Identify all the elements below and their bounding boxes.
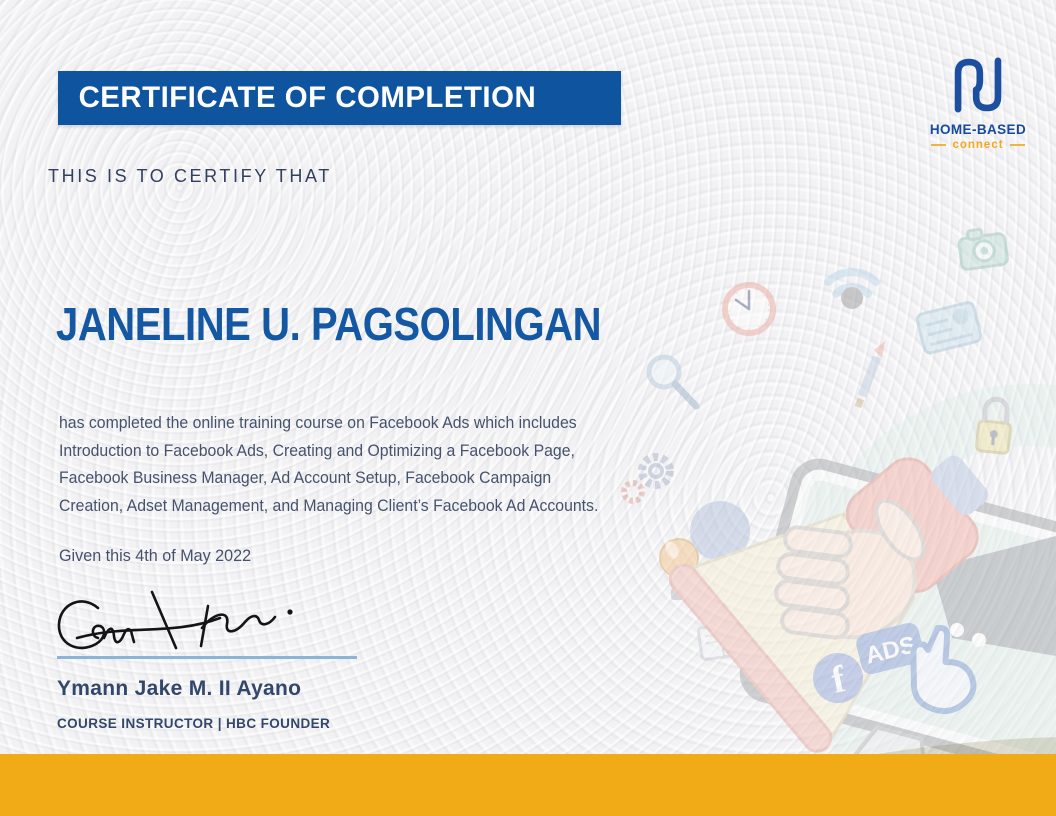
svg-text:f: f [828,658,850,702]
hand-illustration [774,498,926,640]
cursor-hand-icon [910,624,977,714]
screen-silhouette [932,536,1056,656]
megaphone-illustration [668,455,989,753]
lightbulb-icon [659,538,699,600]
credit-card-icon [915,301,983,355]
padlock-icon [974,396,1012,455]
facebook-icon: f [813,653,863,703]
camera-icon [957,227,1009,271]
clock-icon [722,282,776,336]
brand-tagline-text: connect [952,139,1004,151]
wifi-icon [824,268,880,309]
brand-tagline: connect [926,139,1030,151]
signature-scribble [57,590,293,650]
certificate-page: f ADS CERTIFICATE OF COMPLETION THIS IS … [0,0,1056,816]
notebook-icon [697,621,747,661]
pencil-icon [854,341,885,409]
date-line: Given this 4th of May 2022 [59,546,252,565]
home-based-h-icon [954,57,1002,113]
ads-badge: ADS [856,622,925,674]
svg-text:ADS: ADS [863,631,919,669]
signatory-title: COURSE INSTRUCTOR | HBC FOUNDER [57,716,331,731]
signature-line [57,656,357,659]
brand-name: HOME-BASED [929,122,1027,137]
signatory-name: Ymann Jake M. II Ayano [57,677,302,700]
brand-logo: HOME-BASED connect [926,52,1030,151]
bottom-accent-bar [0,754,1056,816]
certificate-title: CERTIFICATE OF COMPLETION [78,81,537,114]
certify-line: THIS IS TO CERTIFY THAT [48,166,332,186]
recipient-name: JANELINE U. PAGSOLINGAN [56,298,602,350]
course-description: has completed the online training course… [59,413,599,515]
magnifier-icon [646,354,700,410]
title-banner: CERTIFICATE OF COMPLETION [58,71,621,125]
